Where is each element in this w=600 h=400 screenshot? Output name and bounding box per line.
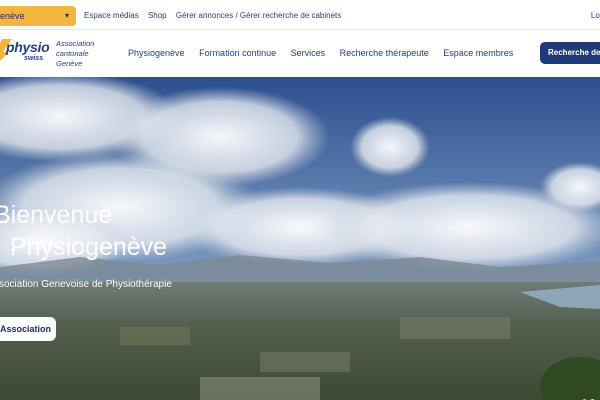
hero-title-line-2: Physiogenève xyxy=(10,233,168,261)
utility-bar: enève ▾ Espace médias Shop Gérer annonce… xyxy=(0,0,600,30)
link-espace-medias[interactable]: Espace médias xyxy=(84,11,139,20)
nav-item-recherche-therapeute[interactable]: Recherche thérapeute xyxy=(340,48,429,58)
logo-assoc-line-1: Association xyxy=(56,39,95,48)
chevron-down-icon: ▾ xyxy=(64,11,69,20)
link-gerer-annonces[interactable]: Gérer annonces / Gérer recherche de cabi… xyxy=(176,11,341,20)
hero-title-line-1: Bienvenue xyxy=(0,201,113,229)
logo-swiss: swiss xyxy=(24,55,44,62)
recherche-cta-button[interactable]: Recherche de c xyxy=(540,42,600,64)
logo-assoc-line-2: cantonale xyxy=(56,49,89,58)
region-select-label: enève xyxy=(0,11,25,21)
utility-links: Espace médias Shop Gérer annonces / Gére… xyxy=(84,11,348,20)
nav-item-formation-continue[interactable]: Formation continue xyxy=(199,48,276,58)
region-select[interactable]: enève ▾ xyxy=(0,6,76,26)
logo-association-text: Association cantonale Genève xyxy=(56,39,94,69)
logo-word: physio xyxy=(6,39,50,55)
nav-item-physiogeneve[interactable]: Physiogenève xyxy=(128,48,185,58)
logo-assoc-line-3: Genève xyxy=(56,59,83,68)
login-link[interactable]: Logi xyxy=(591,11,600,20)
main-navbar: physio swiss Association cantonale Genèv… xyxy=(0,30,600,77)
nav-item-espace-membres[interactable]: Espace membres xyxy=(443,48,513,58)
association-button[interactable]: Association xyxy=(0,317,56,341)
hero-subtitle: ssociation Genevoise de Physiothérapie xyxy=(0,279,172,290)
carousel-dots xyxy=(582,391,598,400)
hero-banner: Bienvenue Physiogenève ssociation Genevo… xyxy=(0,77,600,400)
hero-title: Bienvenue Physiogenève xyxy=(0,199,167,263)
physioswiss-logo[interactable]: physio swiss Association cantonale Genèv… xyxy=(0,36,124,72)
link-shop[interactable]: Shop xyxy=(148,11,167,20)
nav-item-services[interactable]: Services xyxy=(291,48,326,58)
main-nav-menu: Physiogenève Formation continue Services… xyxy=(128,48,525,58)
